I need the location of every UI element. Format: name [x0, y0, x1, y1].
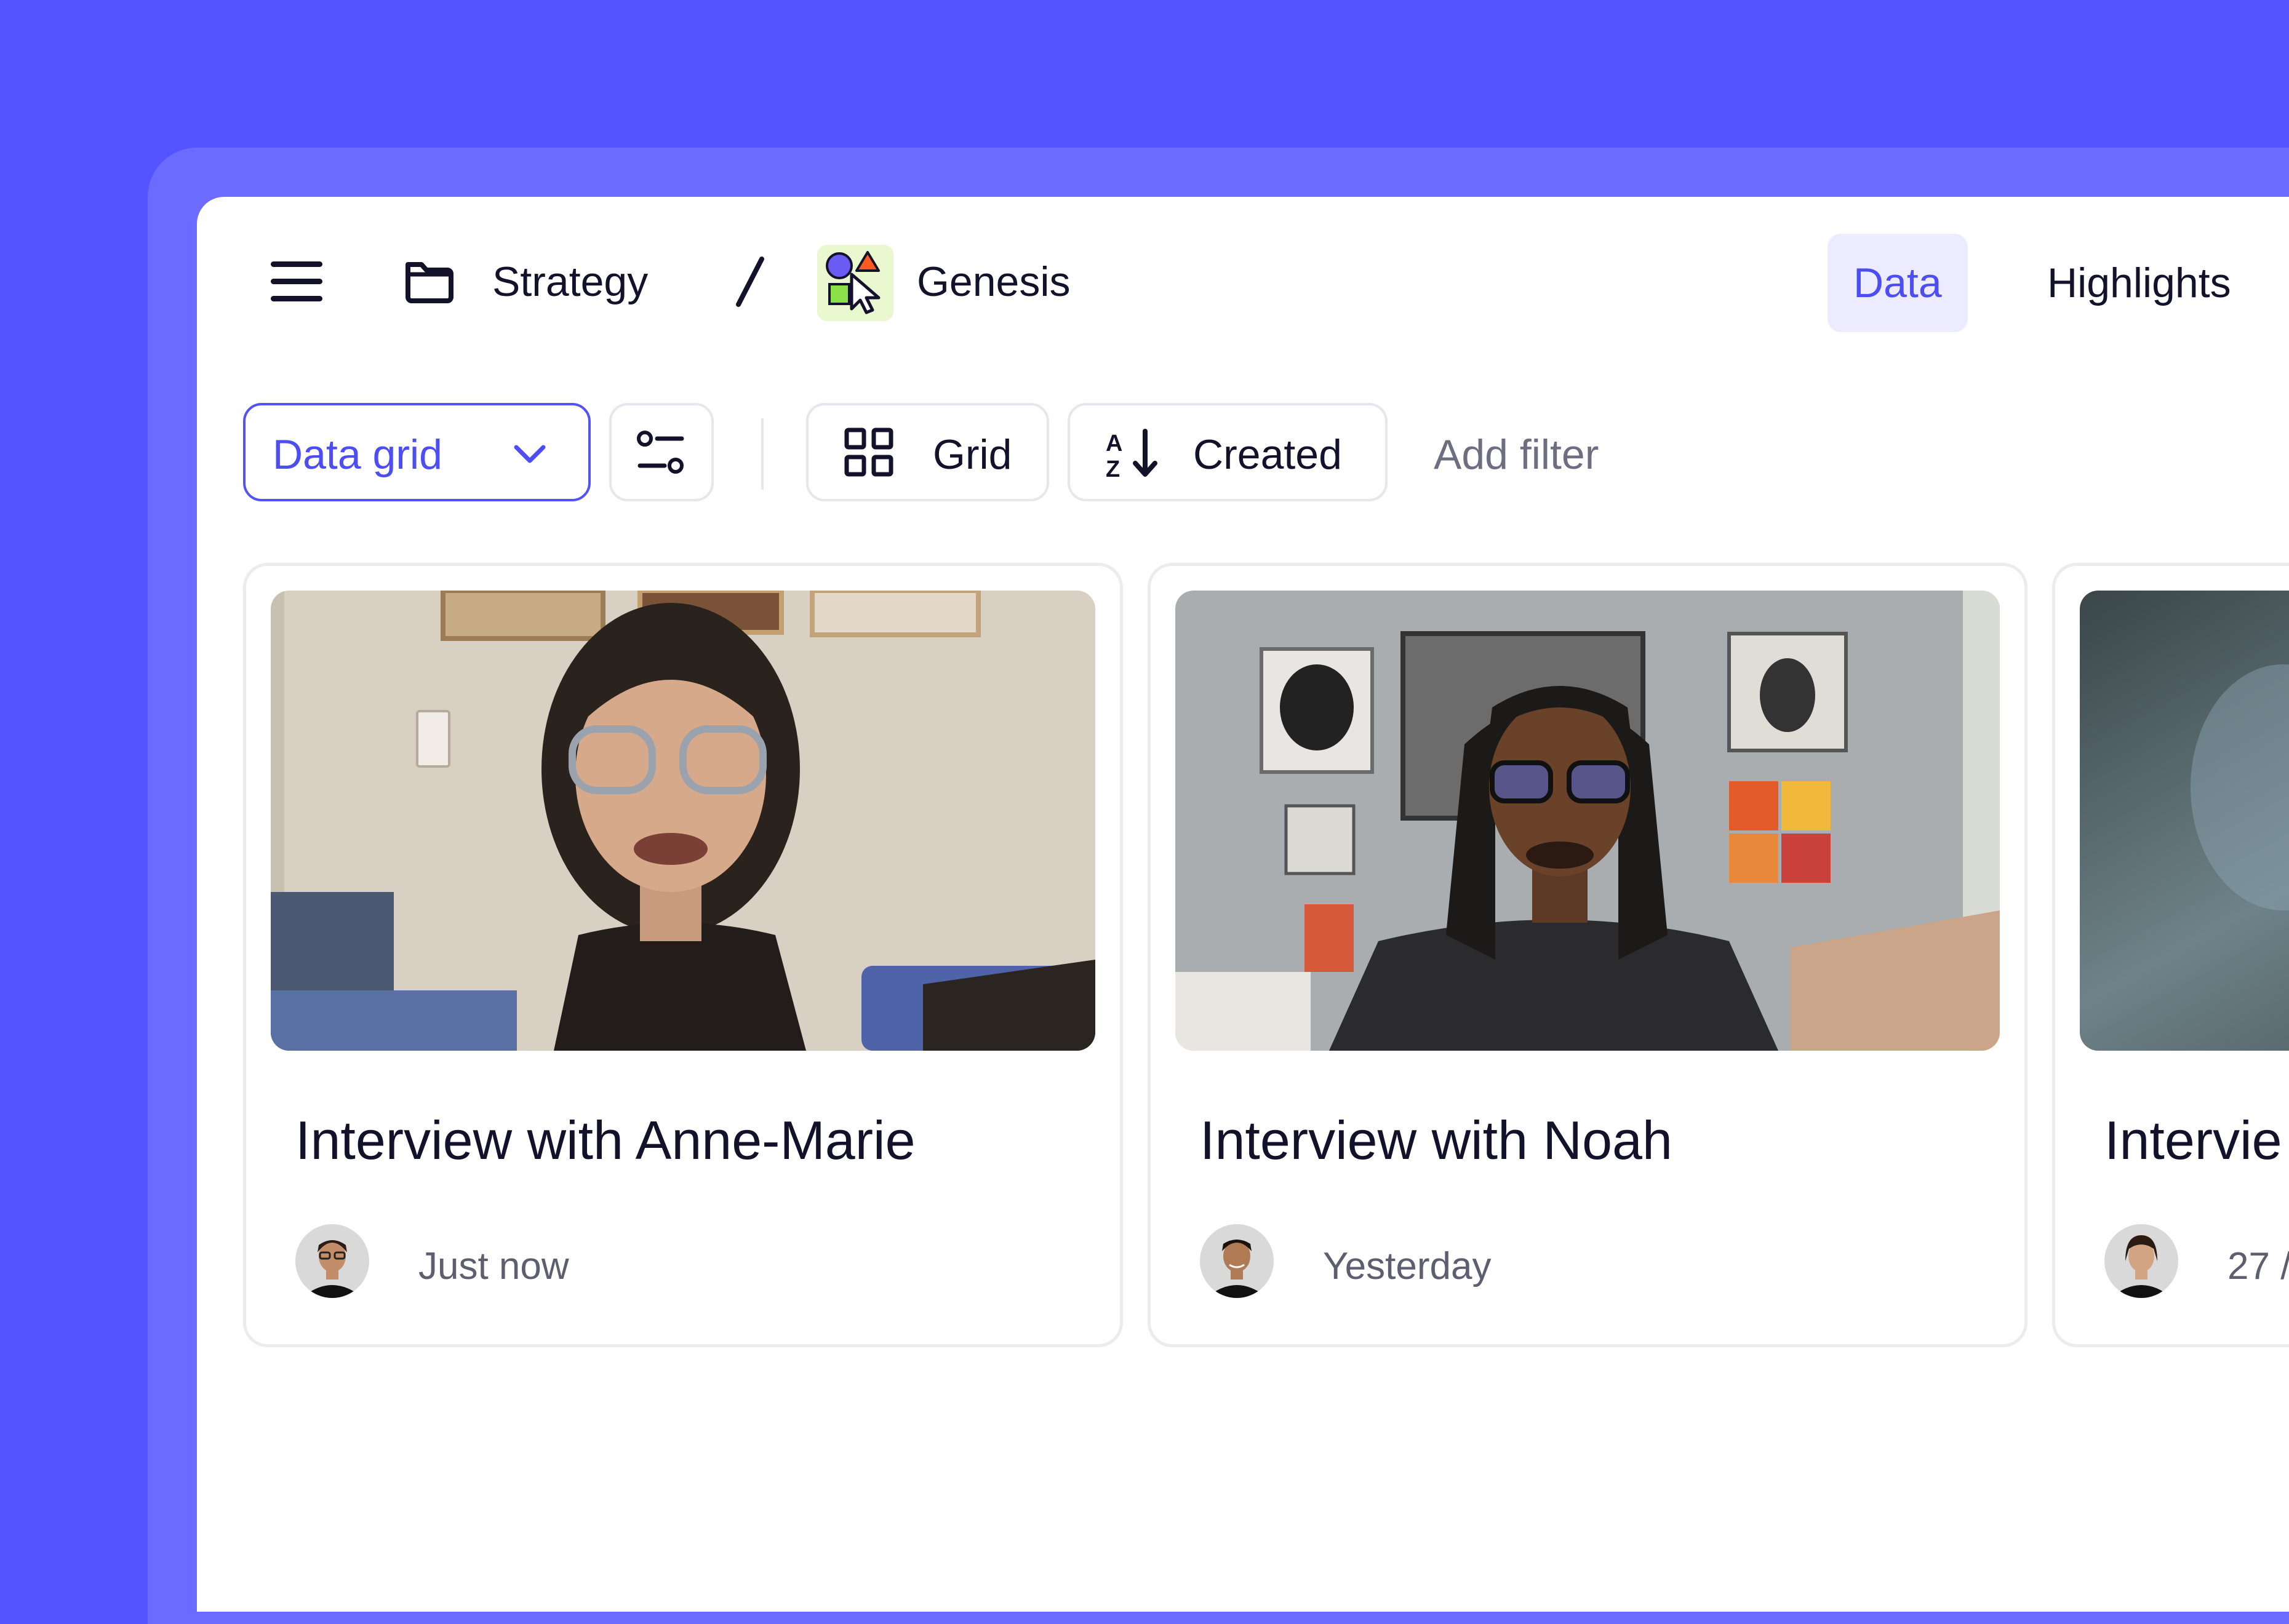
video-thumbnail[interactable] [2080, 591, 2289, 1051]
card-interview-noah[interactable]: Interview with Noah Yesterday [1148, 563, 2027, 1347]
add-filter-button[interactable]: Add filter [1434, 434, 1599, 476]
sliders-icon [637, 431, 684, 474]
card-title: Interview with Anne-Marie [295, 1110, 916, 1171]
sort-button[interactable]: A Z Created [1068, 403, 1388, 501]
tab-data[interactable]: Data [1828, 234, 1968, 332]
tab-highlights[interactable]: Highlights [2021, 234, 2257, 332]
sort-az-icon: A Z [1106, 429, 1157, 479]
card-interview-anne-marie[interactable]: Interview with Anne-Marie Just now [243, 563, 1123, 1347]
chevron-down-icon [514, 445, 546, 463]
layout-button[interactable]: Grid [806, 403, 1049, 501]
video-thumbnail[interactable] [271, 591, 1095, 1051]
card-interview-partial[interactable]: Intervie 27 / [2052, 563, 2289, 1347]
layout-button-label: Grid [933, 431, 1012, 478]
menu-icon[interactable] [271, 261, 322, 301]
card-timestamp: Just now [418, 1245, 569, 1288]
card-title: Intervie [2104, 1110, 2282, 1171]
card-title: Interview with Noah [1200, 1110, 1672, 1171]
avatar [2104, 1224, 2178, 1298]
breadcrumb-project[interactable]: Genesis [917, 261, 1070, 303]
view-settings-button[interactable] [609, 403, 714, 501]
toolbar-divider [761, 418, 764, 490]
card-timestamp: Yesterday [1323, 1245, 1492, 1288]
project-icon [817, 245, 893, 321]
app-window: Strategy Genesis Data Highlights Data gr… [197, 197, 2289, 1612]
avatar [1200, 1224, 1274, 1298]
sort-button-label: Created [1193, 431, 1342, 478]
grid-icon [844, 428, 893, 477]
breadcrumb-separator [731, 255, 768, 308]
video-thumbnail[interactable] [1175, 591, 2000, 1051]
view-select-value: Data grid [273, 431, 442, 478]
breadcrumb-folder[interactable]: Strategy [492, 261, 648, 303]
card-timestamp: 27 / [2227, 1245, 2289, 1288]
view-select[interactable]: Data grid [243, 403, 591, 501]
avatar [295, 1224, 369, 1298]
folder-icon [403, 258, 453, 304]
svg-text:Z: Z [1106, 456, 1120, 479]
svg-text:A: A [1106, 431, 1122, 456]
